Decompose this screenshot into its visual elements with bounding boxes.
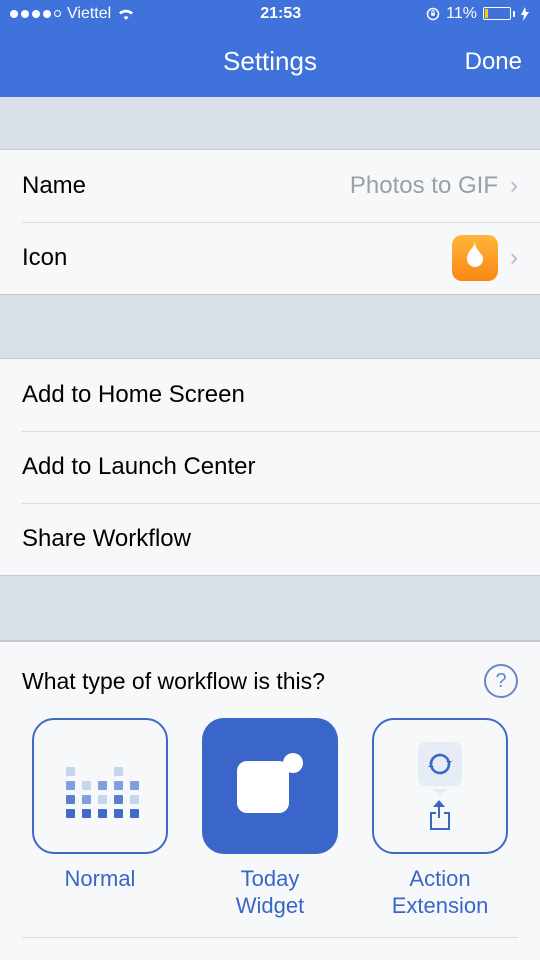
share-workflow-label: Share Workflow (22, 525, 191, 553)
chevron-right-icon: › (510, 172, 518, 200)
navbar: Settings Done (0, 27, 540, 96)
section-gap (0, 575, 540, 641)
add-launch-label: Add to Launch Center (22, 453, 256, 481)
type-option-action[interactable]: Action Extension (362, 718, 518, 919)
battery-pct: 11% (446, 5, 477, 23)
workflow-type-question: What type of workflow is this? (22, 668, 325, 695)
charging-icon (521, 7, 530, 21)
type-option-today[interactable]: Today Widget (192, 718, 348, 919)
clock: 21:53 (260, 5, 301, 23)
help-button[interactable]: ? (484, 664, 518, 698)
normal-icon (60, 751, 140, 821)
icon-row[interactable]: Icon › (0, 222, 540, 294)
name-row[interactable]: Name Photos to GIF › (0, 150, 540, 222)
flame-icon (463, 241, 487, 275)
chevron-right-icon: › (510, 244, 518, 272)
page-title: Settings (223, 46, 317, 77)
name-label: Name (22, 172, 86, 200)
share-icon (428, 802, 452, 830)
section-gap (0, 294, 540, 360)
icon-label: Icon (22, 244, 67, 272)
divider (22, 937, 518, 938)
workflow-icon-preview (452, 235, 498, 281)
type-label-normal: Normal (65, 866, 136, 892)
type-option-normal[interactable]: Normal (22, 718, 178, 919)
status-bar: Viettel 21:53 11% (0, 0, 540, 27)
share-workflow-row[interactable]: Share Workflow (0, 503, 540, 575)
add-launch-row[interactable]: Add to Launch Center (0, 431, 540, 503)
rotation-lock-icon (426, 7, 440, 21)
battery-icon (483, 7, 515, 20)
action-extension-icon (418, 742, 462, 830)
details-group: Name Photos to GIF › Icon › (0, 150, 540, 294)
workflow-type-section: What type of workflow is this? ? (0, 641, 540, 960)
type-label-action: Action Extension (392, 866, 489, 919)
done-button[interactable]: Done (465, 48, 522, 76)
type-label-today: Today Widget (236, 866, 304, 919)
name-value: Photos to GIF (350, 172, 498, 200)
add-home-row[interactable]: Add to Home Screen (0, 359, 540, 431)
wifi-icon (117, 7, 135, 21)
signal-dots-icon (10, 10, 61, 18)
actions-group: Add to Home Screen Add to Launch Center … (0, 359, 540, 575)
carrier-label: Viettel (67, 5, 111, 23)
section-gap (0, 97, 540, 150)
add-home-label: Add to Home Screen (22, 381, 245, 409)
today-widget-icon (237, 753, 303, 819)
